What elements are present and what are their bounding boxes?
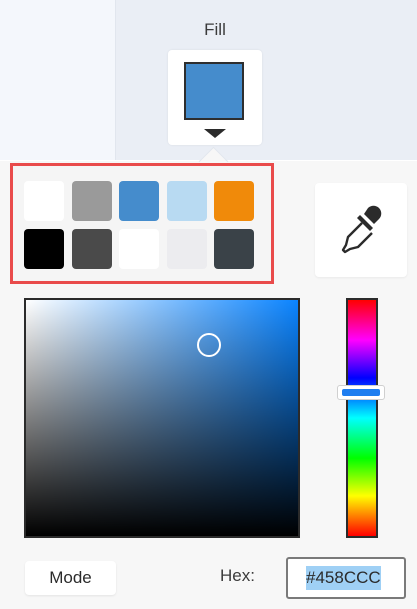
color-picker-panel: Fill Mode Hex: #458CCC xyxy=(0,0,417,609)
color-swatch[interactable] xyxy=(166,229,207,269)
fill-color-swatch xyxy=(184,62,244,120)
color-swatch[interactable] xyxy=(166,181,207,221)
hex-value: #458CCC xyxy=(306,566,381,590)
color-swatch[interactable] xyxy=(119,181,159,221)
eyedropper-icon xyxy=(341,205,382,254)
hue-slider[interactable] xyxy=(346,298,378,538)
fill-label: Fill xyxy=(204,20,226,39)
hex-label: Hex: xyxy=(220,566,255,585)
preset-swatches xyxy=(10,163,274,284)
hex-input[interactable]: #458CCC xyxy=(286,557,406,599)
toolbar-right-area xyxy=(116,0,417,160)
caret-down-icon xyxy=(204,129,226,138)
fill-color-button[interactable] xyxy=(168,50,262,145)
color-swatch[interactable] xyxy=(214,229,254,269)
mode-button[interactable]: Mode xyxy=(25,561,116,595)
eyedropper-button[interactable] xyxy=(315,183,407,277)
color-swatch[interactable] xyxy=(71,181,112,221)
hue-handle-indicator xyxy=(342,388,380,396)
color-marker[interactable] xyxy=(197,333,221,357)
toolbar-left-area xyxy=(0,0,116,160)
color-swatch[interactable] xyxy=(24,181,64,221)
color-swatch[interactable] xyxy=(24,229,64,269)
color-swatch[interactable] xyxy=(119,229,159,269)
color-swatch[interactable] xyxy=(71,229,112,269)
saturation-value-area[interactable] xyxy=(24,298,300,538)
hue-slider-handle[interactable] xyxy=(337,384,385,400)
color-swatch[interactable] xyxy=(214,181,254,221)
